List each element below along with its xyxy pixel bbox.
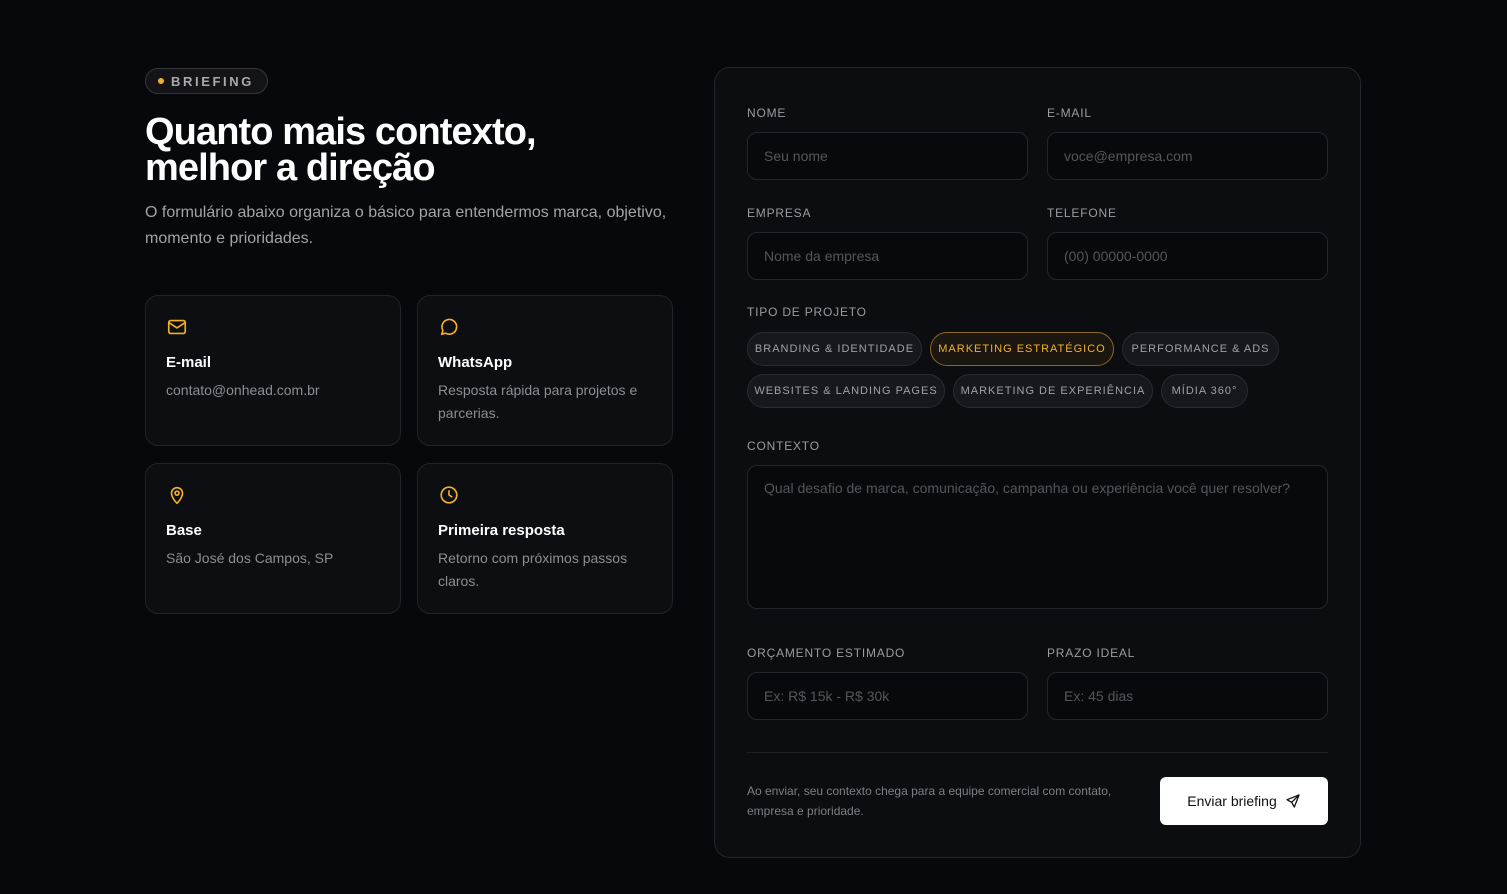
form-divider bbox=[747, 752, 1328, 753]
intro-section: BRIEFING Quanto mais contexto, melhor a … bbox=[145, 68, 675, 614]
card-base: Base São José dos Campos, SP bbox=[145, 463, 401, 614]
submit-button-label: Enviar briefing bbox=[1187, 793, 1277, 809]
chip-performance[interactable]: PERFORMANCE & ADS bbox=[1122, 332, 1279, 366]
card-title: WhatsApp bbox=[438, 354, 513, 371]
card-email: E-mail contato@onhead.com.br bbox=[145, 295, 401, 446]
email-label: E-MAIL bbox=[1047, 106, 1092, 120]
card-text: São José dos Campos, SP bbox=[166, 550, 334, 566]
map-pin-icon bbox=[166, 484, 188, 506]
chip-branding[interactable]: BRANDING & IDENTIDADE bbox=[747, 332, 922, 366]
email-input[interactable] bbox=[1047, 132, 1328, 180]
chip-marketing-estrategico[interactable]: MARKETING ESTRATÉGICO bbox=[930, 332, 1114, 366]
chip-marketing-experiencia[interactable]: MARKETING DE EXPERIÊNCIA bbox=[953, 374, 1153, 408]
submit-button[interactable]: Enviar briefing bbox=[1160, 777, 1328, 825]
phone-label: TELEFONE bbox=[1047, 206, 1117, 220]
company-input[interactable] bbox=[747, 232, 1028, 280]
card-first-response: Primeira resposta Retorno com próximos p… bbox=[417, 463, 673, 614]
page-title: Quanto mais contexto, melhor a direção bbox=[145, 111, 537, 189]
send-icon bbox=[1285, 793, 1301, 809]
card-text: Retorno com próximos passos claros. bbox=[438, 550, 628, 589]
section-badge: BRIEFING bbox=[145, 68, 268, 94]
project-type-label: TIPO DE PROJETO bbox=[747, 305, 867, 319]
clock-icon bbox=[438, 484, 460, 506]
submit-note: Ao enviar, seu contexto chega para a equ… bbox=[747, 784, 1112, 818]
card-text: Resposta rápida para projetos e parceria… bbox=[438, 382, 638, 421]
phone-input[interactable] bbox=[1047, 232, 1328, 280]
card-title: Base bbox=[166, 522, 202, 539]
card-whatsapp: WhatsApp Resposta rápida para projetos e… bbox=[417, 295, 673, 446]
badge-dot bbox=[158, 78, 164, 84]
card-title: Primeira resposta bbox=[438, 522, 565, 539]
page-lead: O formulário abaixo organiza o básico pa… bbox=[145, 204, 667, 247]
context-textarea[interactable] bbox=[747, 465, 1328, 609]
chat-icon bbox=[438, 316, 460, 338]
deadline-label: PRAZO IDEAL bbox=[1047, 646, 1136, 660]
budget-label: ORÇAMENTO ESTIMADO bbox=[747, 646, 906, 660]
budget-input[interactable] bbox=[747, 672, 1028, 720]
card-text: contato@onhead.com.br bbox=[166, 382, 320, 398]
badge-label: BRIEFING bbox=[171, 73, 254, 89]
chip-websites[interactable]: WEBSITES & LANDING PAGES bbox=[747, 374, 945, 408]
mail-icon bbox=[166, 316, 188, 338]
contact-cards: E-mail contato@onhead.com.br WhatsApp Re… bbox=[145, 295, 675, 614]
deadline-input[interactable] bbox=[1047, 672, 1328, 720]
chip-midia-360[interactable]: MÍDIA 360° bbox=[1161, 374, 1248, 408]
company-label: EMPRESA bbox=[747, 206, 812, 220]
name-input[interactable] bbox=[747, 132, 1028, 180]
briefing-form: NOME E-MAIL EMPRESA TELEFONE TIPO DE PRO… bbox=[714, 67, 1361, 858]
context-label: CONTEXTO bbox=[747, 439, 820, 453]
name-label: NOME bbox=[747, 106, 787, 120]
card-title: E-mail bbox=[166, 354, 212, 371]
